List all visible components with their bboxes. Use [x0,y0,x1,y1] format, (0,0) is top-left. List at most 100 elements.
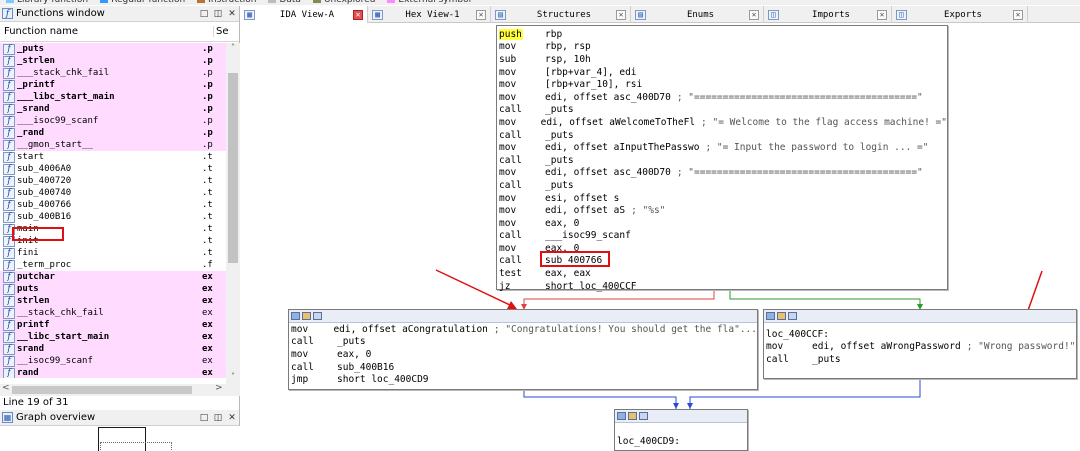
function-row[interactable]: f sub_400B16 .t [0,211,226,223]
function-row[interactable]: f sub_4006A0 .t [0,163,226,175]
function-row[interactable]: f sub_400720 .t [0,175,226,187]
scroll-right-icon[interactable]: > [215,383,223,393]
function-icon: f [3,307,15,319]
float-icon[interactable]: ◫ [211,9,225,19]
block-color-icon[interactable] [617,412,626,420]
tab-close-icon[interactable]: ✕ [1013,9,1023,20]
function-row[interactable]: f _strlen .p [0,55,226,67]
block-list-icon[interactable] [639,412,648,420]
asm-line[interactable]: call _puts [497,129,947,142]
asm-line[interactable]: mov edi, offset aWelcomeToTheFl ; "= Welco… [497,116,947,129]
column-header-function-name[interactable]: Function name [0,26,213,37]
asm-line[interactable]: mov edi, offset aWrongPassword ; "Wrong pa… [764,341,1076,354]
horizontal-scrollbar-thumb[interactable] [12,386,192,394]
asm-line[interactable]: mov [rbp+var_10], rsi [497,78,947,91]
block-graph-icon[interactable] [777,312,786,320]
asm-line[interactable]: call ___isoc99_scanf [497,230,947,243]
asm-line[interactable]: jz short loc_400CCF [497,280,947,293]
function-row[interactable]: f putchar ex [0,271,226,283]
block-graph-icon[interactable] [302,312,311,320]
function-row[interactable]: f _rand .p [0,127,226,139]
restore-icon[interactable]: □ [197,413,211,423]
close-icon[interactable]: ✕ [225,413,239,423]
asm-line[interactable]: sub rsp, 10h [497,53,947,66]
function-segment: ex [202,332,213,342]
close-icon[interactable]: ✕ [225,9,239,19]
function-row[interactable]: f printf ex [0,319,226,331]
function-row[interactable]: f __isoc99_scanf ex [0,355,226,367]
asm-line[interactable]: mov edi, offset aCongratulation ; "Congrat… [289,323,757,336]
function-row[interactable]: f _srand .p [0,103,226,115]
float-icon[interactable]: ◫ [211,413,225,423]
function-row[interactable]: f start .t [0,151,226,163]
asm-line[interactable]: jmp short loc_400CD9 [289,373,757,386]
function-row[interactable]: f _printf .p [0,79,226,91]
column-header-segment[interactable]: Se [213,26,239,37]
function-row[interactable]: f __libc_start_main ex [0,331,226,343]
function-row[interactable]: f ___isoc99_scanf .p [0,115,226,127]
functions-vertical-scrollbar[interactable]: ˄ ˅ [226,43,240,384]
tab-imports[interactable]: ◫ Imports ✕ [764,6,892,23]
asm-line[interactable]: mov edi, offset aS ; "%s" [497,204,947,217]
function-row[interactable]: f __gmon_start__ .p [0,139,226,151]
asm-line[interactable]: mov edi, offset aInputThePasswo ; "= Input… [497,141,947,154]
scroll-up-icon[interactable]: ˄ [228,43,238,53]
asm-line[interactable]: mov [rbp+var_4], edi [497,66,947,79]
tab-exports[interactable]: ◫ Exports ✕ [892,6,1028,23]
asm-line[interactable]: mov eax, 0 [497,217,947,230]
restore-icon[interactable]: □ [197,9,211,19]
tab-close-icon[interactable]: ✕ [353,9,363,20]
block-graph-icon[interactable] [628,412,637,420]
asm-comment: ; "Wrong password!" [966,341,1076,353]
graph-block-success[interactable]: mov edi, offset aCongratulation ; "Congrat… [288,309,758,390]
function-name: start [17,152,45,162]
asm-line[interactable]: test eax, eax [497,267,947,280]
asm-line[interactable]: call _puts [497,154,947,167]
function-row[interactable]: f _term_proc .f [0,259,226,271]
tab-close-icon[interactable]: ✕ [616,9,626,20]
asm-line[interactable]: mov eax, 0 [289,348,757,361]
graph-block-exit[interactable]: loc_400CD9: [614,409,748,451]
tab-hex-view-1[interactable]: ▩ Hex View-1 ✕ [368,6,491,23]
tab-close-icon[interactable]: ✕ [877,9,887,20]
asm-line[interactable]: call _puts [497,179,947,192]
asm-line[interactable]: mov edi, offset asc_400D70 ; "============… [497,91,947,104]
asm-line[interactable]: mov esi, offset s [497,192,947,205]
tab-close-icon[interactable]: ✕ [476,9,486,20]
tab-structures[interactable]: ▤ Structures ✕ [491,6,631,23]
asm-line[interactable]: call sub_400B16 [289,361,757,374]
function-row[interactable]: f sub_400766 .t [0,199,226,211]
block-list-icon[interactable] [788,312,797,320]
function-row[interactable]: f strlen ex [0,295,226,307]
function-row[interactable]: f fini .t [0,247,226,259]
functions-horizontal-scrollbar[interactable]: < > [0,383,240,396]
function-row[interactable]: f srand ex [0,343,226,355]
graph-overview-canvas[interactable] [0,426,240,451]
function-name: __gmon_start__ [17,140,93,150]
asm-line[interactable]: mov edi, offset asc_400D70 ; "============… [497,167,947,180]
tab-ida-view-a[interactable]: ▦ IDA View-A ✕ [240,6,368,23]
block-color-icon[interactable] [766,312,775,320]
function-row[interactable]: f __stack_chk_fail ex [0,307,226,319]
tab-close-icon[interactable]: ✕ [749,9,759,20]
function-row[interactable]: f puts ex [0,283,226,295]
function-icon: f [3,175,15,187]
block-list-icon[interactable] [313,312,322,320]
function-row[interactable]: f rand ex [0,367,226,378]
asm-line[interactable]: push rbp [497,28,947,41]
asm-line[interactable]: call _puts [764,353,1076,366]
ida-graph-view[interactable]: push rbp mov rbp, rsp sub rsp, 10h mov [rbp+var… [240,23,1080,451]
function-row[interactable]: f ___stack_chk_fail .p [0,67,226,79]
asm-line[interactable]: call _puts [497,104,947,117]
scroll-down-icon[interactable]: ˅ [228,372,238,382]
scroll-left-icon[interactable]: < [2,383,10,393]
function-row[interactable]: f sub_400740 .t [0,187,226,199]
function-row[interactable]: f _puts .p [0,43,226,55]
asm-line[interactable]: call _puts [289,336,757,349]
scrollbar-thumb[interactable] [228,73,238,263]
graph-block-wrong-password[interactable]: loc_400CCF: mov edi, offset aWrongPasswor… [763,309,1077,379]
asm-line[interactable]: mov rbp, rsp [497,41,947,54]
function-row[interactable]: f ___libc_start_main .p [0,91,226,103]
block-color-icon[interactable] [291,312,300,320]
tab-enums[interactable]: ▤ Enums ✕ [631,6,764,23]
